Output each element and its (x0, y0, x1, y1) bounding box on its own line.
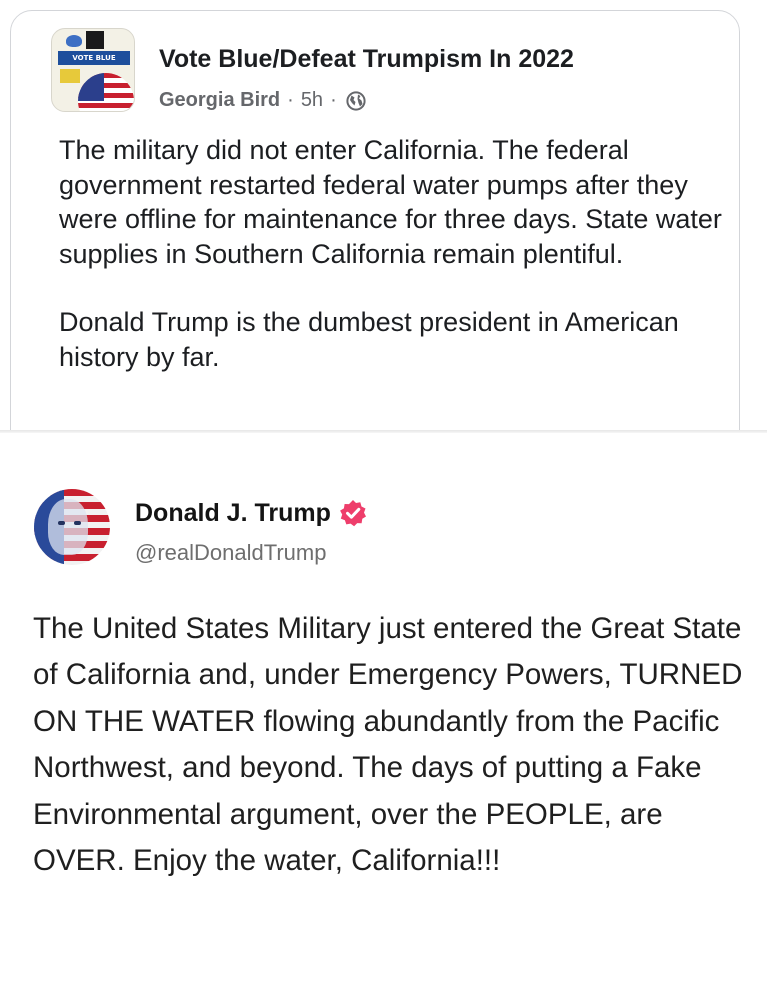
avatar-decor (86, 31, 104, 49)
meta-separator: · (287, 89, 294, 111)
post-timestamp-link[interactable]: 5h (301, 89, 323, 112)
facebook-post-card: VOTE BLUE Vote Blue/Defeat Trumpism In 2… (10, 10, 740, 470)
flag-icon (78, 73, 134, 111)
bird-icon (66, 35, 82, 47)
avatar-banner: VOTE BLUE (58, 51, 130, 65)
post-paragraph: The military did not enter California. T… (59, 135, 722, 269)
meta-separator: · (330, 89, 337, 111)
author-name-link[interactable]: Georgia Bird (159, 89, 280, 112)
globe-icon (346, 90, 366, 111)
avatar-decor-yellow (60, 69, 80, 83)
post-text: The military did not enter California. T… (59, 133, 739, 374)
avatar-face (48, 499, 88, 555)
verified-badge-icon (338, 498, 368, 528)
post-paragraph: Donald Trump is the dumbest president in… (59, 307, 679, 372)
user-handle[interactable]: @realDonaldTrump (135, 540, 326, 566)
group-avatar[interactable]: VOTE BLUE (51, 28, 135, 112)
display-name-text: Donald J. Trump (135, 498, 331, 527)
avatar-eye (74, 521, 81, 525)
profile-avatar[interactable] (34, 489, 110, 565)
avatar-eye (58, 521, 65, 525)
group-name-link[interactable]: Vote Blue/Defeat Trumpism In 2022 (159, 45, 574, 74)
display-name[interactable]: Donald J. Trump (135, 498, 368, 528)
quoted-post-text: The United States Military just entered … (33, 612, 743, 878)
post-meta: Georgia Bird · 5h · (159, 89, 366, 112)
